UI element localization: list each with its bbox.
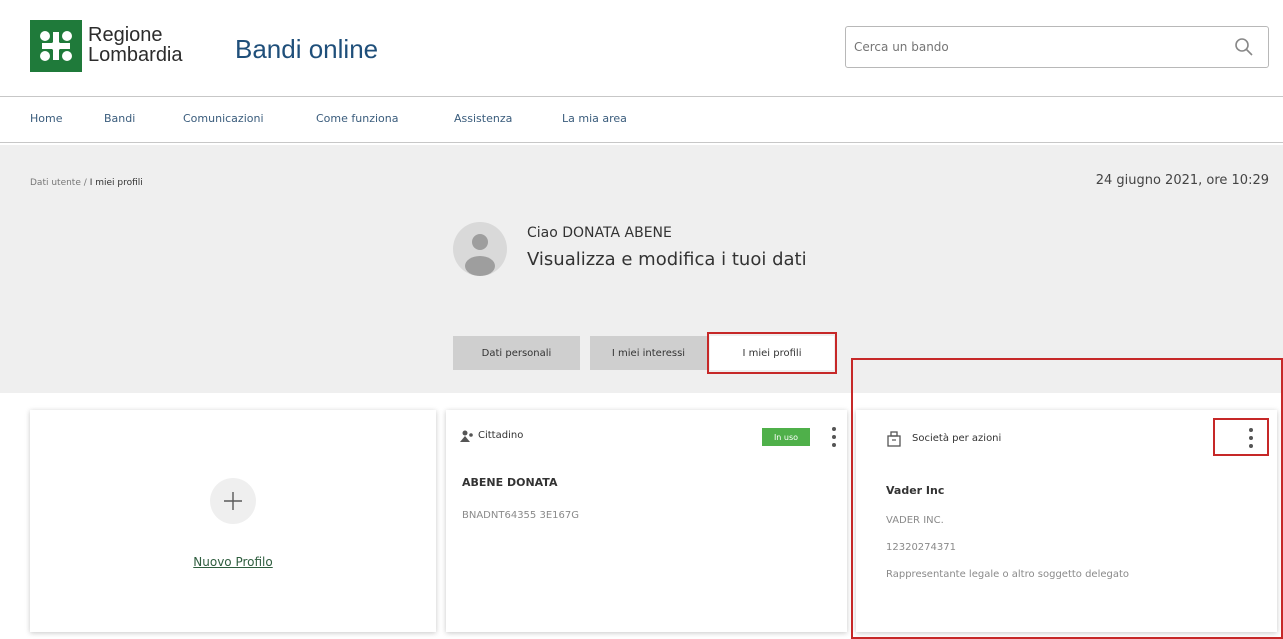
site-header: Regione Lombardia Bandi online <box>0 0 1283 96</box>
nav-item-home[interactable]: Home <box>30 112 62 125</box>
person-icon <box>460 430 473 442</box>
regione-lombardia-logo[interactable] <box>30 20 82 72</box>
citizen-profile-card[interactable]: Cittadino In uso ABENE DONATA BNADNT6435… <box>446 410 847 632</box>
breadcrumb: Dati utente / I miei profili <box>30 178 143 188</box>
highlight-frame-company-card <box>851 358 1283 639</box>
profile-type-label: Cittadino <box>478 430 524 441</box>
fiscal-code: BNADNT64355 3E167G <box>462 510 579 521</box>
nav-item-come-funziona[interactable]: Come funziona <box>316 112 398 125</box>
page-title: Visualizza e modifica i tuoi dati <box>527 249 807 270</box>
status-badge: In uso <box>762 428 810 446</box>
nav-item-la-mia-area[interactable]: La mia area <box>562 112 627 125</box>
highlight-frame-more-options <box>1213 418 1269 456</box>
brand-name-line1: Regione <box>88 24 163 46</box>
breadcrumb-separator: / <box>83 178 87 188</box>
plus-icon <box>224 492 242 510</box>
main-nav: Home Bandi Comunicazioni Come funziona A… <box>0 96 1283 143</box>
search-input[interactable] <box>854 37 1214 57</box>
search-box[interactable] <box>845 26 1269 68</box>
user-icon <box>465 234 495 276</box>
new-profile-card[interactable]: Nuovo Profilo <box>30 410 436 632</box>
breadcrumb-current: I miei profili <box>89 178 143 188</box>
nav-item-bandi[interactable]: Bandi <box>104 112 135 125</box>
nav-item-assistenza[interactable]: Assistenza <box>454 112 512 125</box>
add-profile-button[interactable] <box>210 478 256 524</box>
tab-dati-personali[interactable]: Dati personali <box>453 336 580 370</box>
search-icon[interactable] <box>1234 37 1254 57</box>
app-title[interactable]: Bandi online <box>235 34 378 65</box>
brand-name-line2: Lombardia <box>88 44 183 66</box>
more-options-icon[interactable] <box>828 424 840 450</box>
tab-miei-interessi[interactable]: I miei interessi <box>590 336 707 370</box>
highlight-frame-active-tab <box>707 332 837 374</box>
new-profile-link[interactable]: Nuovo Profilo <box>30 555 436 569</box>
nav-item-comunicazioni[interactable]: Comunicazioni <box>183 112 264 125</box>
current-datetime: 24 giugno 2021, ore 10:29 <box>1095 173 1269 188</box>
greeting-text: Ciao DONATA ABENE <box>527 225 672 241</box>
profile-name: ABENE DONATA <box>462 476 558 489</box>
avatar <box>453 222 507 276</box>
breadcrumb-parent-link[interactable]: Dati utente <box>30 178 81 188</box>
logo-icon <box>40 31 72 61</box>
